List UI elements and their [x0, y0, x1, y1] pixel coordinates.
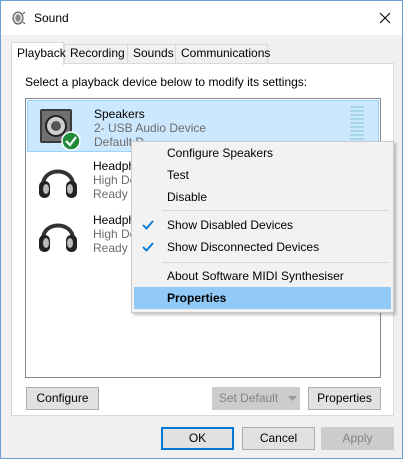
default-check-badge: [61, 131, 81, 151]
tab-communications[interactable]: Communications: [175, 44, 270, 63]
device-status: Ready: [93, 241, 128, 255]
cancel-button[interactable]: Cancel: [242, 427, 315, 450]
device-name: Headph: [93, 159, 136, 173]
device-name: Speakers: [94, 107, 145, 121]
sound-dialog: Sound Playback Recording Sounds Communic…: [0, 0, 403, 459]
menu-separator: [162, 262, 389, 263]
tab-sounds[interactable]: Sounds: [127, 44, 180, 63]
headphones-icon: [39, 223, 77, 252]
volume-level-meter: [350, 106, 364, 142]
menu-item-show-disconnected-devices[interactable]: Show Disconnected Devices: [134, 236, 391, 258]
instructions-text: Select a playback device below to modify…: [25, 75, 308, 89]
menu-item-disable[interactable]: Disable: [134, 186, 391, 208]
configure-button[interactable]: Configure: [26, 387, 99, 410]
device-description: 2- USB Audio Device: [94, 121, 207, 135]
properties-button[interactable]: Properties: [308, 387, 381, 410]
title-bar: Sound: [1, 1, 402, 35]
menu-item-show-disabled-devices[interactable]: Show Disabled Devices: [134, 214, 391, 236]
ok-button[interactable]: OK: [161, 427, 234, 450]
set-default-dropdown[interactable]: [285, 387, 300, 410]
menu-item-label: Test: [167, 168, 190, 182]
apply-button[interactable]: Apply: [321, 427, 394, 450]
menu-item-properties[interactable]: Properties: [134, 287, 391, 309]
menu-item-label: Properties: [167, 291, 227, 305]
tab-playback[interactable]: Playback: [11, 42, 66, 65]
chevron-down-icon: [288, 396, 297, 401]
menu-item-about-midi-synth[interactable]: About Software MIDI Synthesiser: [134, 265, 391, 287]
menu-item-configure-speakers[interactable]: Configure Speakers: [134, 142, 391, 164]
device-description: High De: [93, 227, 137, 241]
close-button[interactable]: [368, 1, 402, 35]
menu-item-label: Show Disconnected Devices: [167, 240, 320, 254]
menu-item-test[interactable]: Test: [134, 164, 391, 186]
menu-item-label: Configure Speakers: [167, 146, 274, 160]
checkmark-icon: [142, 242, 154, 252]
device-status: Ready: [93, 187, 128, 201]
menu-separator: [162, 210, 389, 211]
device-description: High De: [93, 173, 137, 187]
speaker-icon: [40, 109, 81, 151]
set-default-button[interactable]: Set Default: [212, 387, 285, 410]
device-name: Headph: [93, 213, 136, 227]
context-menu: Configure Speakers Test Disable Show Dis…: [131, 141, 394, 313]
close-icon: [379, 12, 391, 24]
menu-item-label: Show Disabled Devices: [167, 218, 294, 232]
sound-app-icon: [12, 11, 26, 25]
headphones-icon: [39, 169, 77, 198]
menu-item-label: About Software MIDI Synthesiser: [167, 269, 344, 283]
checkmark-icon: [142, 220, 154, 230]
window-title: Sound: [34, 11, 69, 25]
menu-item-label: Disable: [167, 190, 208, 204]
